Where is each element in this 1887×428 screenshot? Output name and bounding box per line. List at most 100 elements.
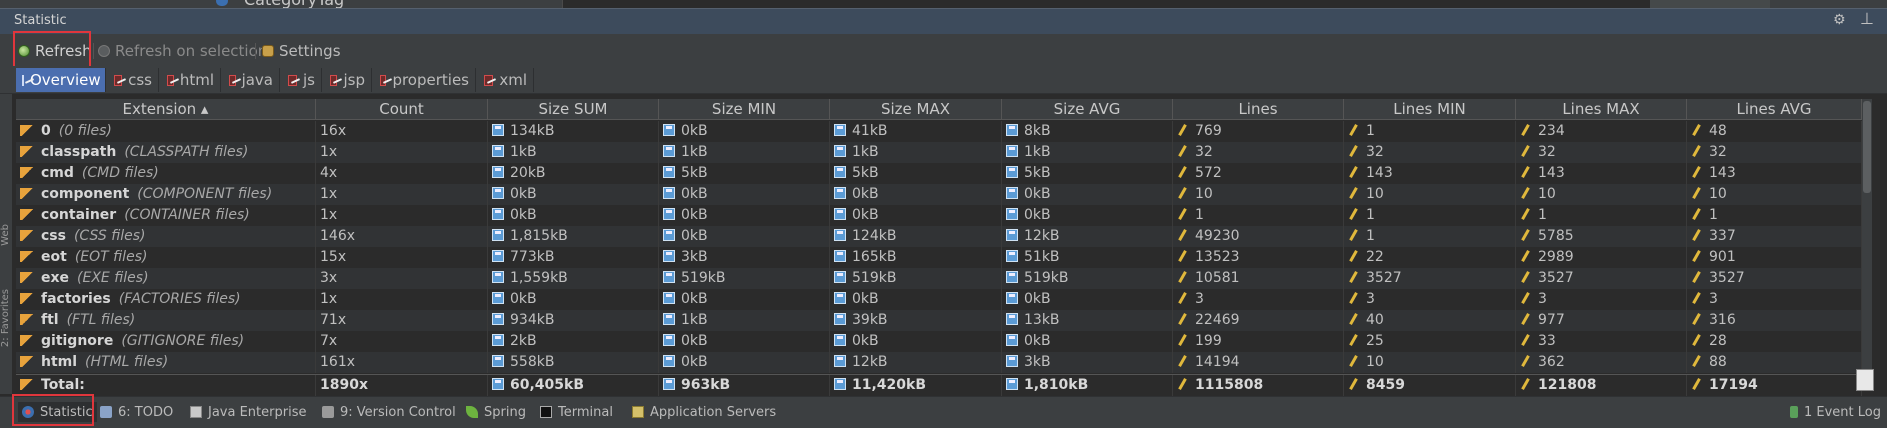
size-avg-cell: 0kB: [1002, 205, 1173, 226]
lines-min-value: 1: [1366, 228, 1375, 244]
pencil-icon: [1177, 187, 1187, 199]
terminal-tool-button[interactable]: Terminal: [540, 402, 613, 422]
web-tab[interactable]: Web: [0, 224, 12, 246]
column-header-lines-max[interactable]: Lines MAX: [1516, 99, 1687, 120]
column-header-lines-avg[interactable]: Lines AVG: [1687, 99, 1862, 120]
table-row[interactable]: css (CSS files) 146x 1,815kB 0kB 124kB 12kB 492…: [16, 226, 1862, 247]
disk-icon: [1006, 313, 1018, 325]
pencil-icon: [1691, 250, 1701, 262]
pencil-icon: [1177, 145, 1187, 157]
table-row[interactable]: html (HTML files) 161x 558kB 0kB 12kB 3kB 14194…: [16, 352, 1862, 373]
size-sum-cell: 1,815kB: [488, 226, 659, 247]
pencil-icon: [1691, 187, 1701, 199]
tab-jsp[interactable]: jsp: [324, 68, 372, 92]
count-value: 1x: [320, 186, 338, 202]
pencil-icon: [1177, 292, 1187, 304]
tab-java[interactable]: java: [223, 68, 280, 92]
disk-icon: [1006, 334, 1018, 346]
favorites-tab[interactable]: 2: Favorites: [0, 289, 12, 347]
table-row[interactable]: container (CONTAINER files) 1x 0kB 0kB 0kB 0kB…: [16, 205, 1862, 226]
disk-icon: [663, 229, 675, 241]
tab-xml[interactable]: xml: [478, 68, 534, 92]
pencil-icon: [1177, 271, 1187, 283]
disk-icon: [1006, 145, 1018, 157]
disk-icon: [1006, 229, 1018, 241]
total-count-cell: 1890x: [316, 375, 488, 396]
extension-type: (CONTAINER files): [124, 207, 250, 223]
extension-type: (EXE files): [77, 270, 149, 286]
pencil-icon: [1348, 166, 1358, 178]
pencil-icon: [1520, 355, 1530, 367]
extension-name: eot: [41, 249, 67, 265]
column-header-count[interactable]: Count: [316, 99, 488, 120]
event-log-tool-button[interactable]: 1 Event Log: [1790, 402, 1881, 422]
lines-value: 10: [1195, 186, 1213, 202]
pencil-icon: [1177, 124, 1187, 136]
pencil-icon: [1348, 145, 1358, 157]
pencil-icon: [1520, 124, 1530, 136]
table-corner-button[interactable]: [1856, 369, 1874, 391]
size-min-value: 0kB: [681, 123, 708, 139]
column-header-size-max[interactable]: Size MAX: [830, 99, 1002, 120]
pencil-icon: [1520, 208, 1530, 220]
lines-max-cell: 143: [1516, 163, 1687, 184]
overview-icon: [22, 74, 24, 86]
gear-icon[interactable]: ⚙: [1833, 12, 1846, 28]
lines-value: 32: [1195, 144, 1213, 160]
table-row[interactable]: 0 (0 files) 16x 134kB 0kB 41kB 8kB 769 1 234 48: [16, 121, 1862, 142]
disk-icon: [492, 334, 504, 346]
table-row[interactable]: exe (EXE files) 3x 1,559kB 519kB 519kB 519kB 10…: [16, 268, 1862, 289]
pencil-icon: [1691, 292, 1701, 304]
extension-type: (0 files): [58, 123, 112, 139]
column-header-lines[interactable]: Lines: [1173, 99, 1344, 120]
table-row[interactable]: cmd (CMD files) 4x 20kB 5kB 5kB 5kB 572 143 143 14…: [16, 163, 1862, 184]
settings-button[interactable]: Settings: [262, 40, 341, 62]
size-avg-cell: 1kB: [1002, 142, 1173, 163]
refresh-on-selection-button[interactable]: Refresh on selection: [98, 40, 267, 62]
tab-js[interactable]: js: [282, 68, 322, 92]
size-sum-value: 1kB: [510, 144, 537, 160]
column-header-size-min[interactable]: Size MIN: [659, 99, 830, 120]
column-header-size-avg[interactable]: Size AVG: [1002, 99, 1173, 120]
pencil-icon: [1177, 334, 1187, 346]
tab-overview[interactable]: Overview: [16, 68, 106, 92]
table-row[interactable]: gitignore (GITIGNORE files) 7x 2kB 0kB 0kB 0kB…: [16, 331, 1862, 352]
version-control-tool-button[interactable]: 9: Version Control: [322, 402, 456, 422]
pencil-icon: [1520, 229, 1530, 241]
extension-name: 0: [41, 123, 51, 139]
column-header-extension[interactable]: Extension ▴: [16, 99, 316, 120]
settings-label: Settings: [279, 42, 341, 60]
lines-max-value: 2989: [1538, 249, 1574, 265]
table-row[interactable]: ftl (FTL files) 71x 934kB 1kB 39kB 13kB 22469 40…: [16, 310, 1862, 331]
column-header-lines-min[interactable]: Lines MIN: [1344, 99, 1516, 120]
extension-type: (COMPONENT files): [137, 186, 273, 202]
scrollbar-thumb[interactable]: [1863, 101, 1871, 193]
tab-css[interactable]: css: [108, 68, 159, 92]
java-enterprise-tool-button[interactable]: Java Enterprise: [190, 402, 306, 422]
size-sum-cell: 0kB: [488, 289, 659, 310]
size-min-value: 0kB: [681, 186, 708, 202]
todo-tool-button[interactable]: 6: TODO: [100, 402, 173, 422]
window-title: Statistic: [14, 13, 67, 28]
extension-name: component: [41, 186, 130, 202]
size-min-value: 1kB: [681, 144, 708, 160]
table-row[interactable]: factories (FACTORIES files) 1x 0kB 0kB 0kB 0kB…: [16, 289, 1862, 310]
tab-properties[interactable]: properties: [374, 68, 476, 92]
pencil-icon: [1520, 166, 1530, 178]
size-max-cell: 519kB: [830, 268, 1002, 289]
size-min-cell: 1kB: [659, 310, 830, 331]
lines-avg-value: 3527: [1709, 270, 1745, 286]
size-min-cell: 0kB: [659, 184, 830, 205]
tab-html[interactable]: html: [161, 68, 221, 92]
table-row[interactable]: eot (EOT files) 15x 773kB 3kB 165kB 51kB 13523 2…: [16, 247, 1862, 268]
table-row[interactable]: classpath (CLASSPATH files) 1x 1kB 1kB 1kB 1kB…: [16, 142, 1862, 163]
spring-tool-button[interactable]: Spring: [466, 402, 526, 422]
hide-icon[interactable]: ⊥: [1860, 9, 1874, 28]
table-row[interactable]: component (COMPONENT files) 1x 0kB 0kB 0kB 0kB…: [16, 184, 1862, 205]
column-header-size-sum[interactable]: Size SUM: [488, 99, 659, 120]
pencil-icon: [1520, 292, 1530, 304]
size-avg-value: 0kB: [1024, 207, 1051, 223]
application-servers-tool-button[interactable]: Application Servers: [632, 402, 776, 422]
todo-icon: [100, 406, 112, 418]
lines-value: 22469: [1195, 312, 1240, 328]
